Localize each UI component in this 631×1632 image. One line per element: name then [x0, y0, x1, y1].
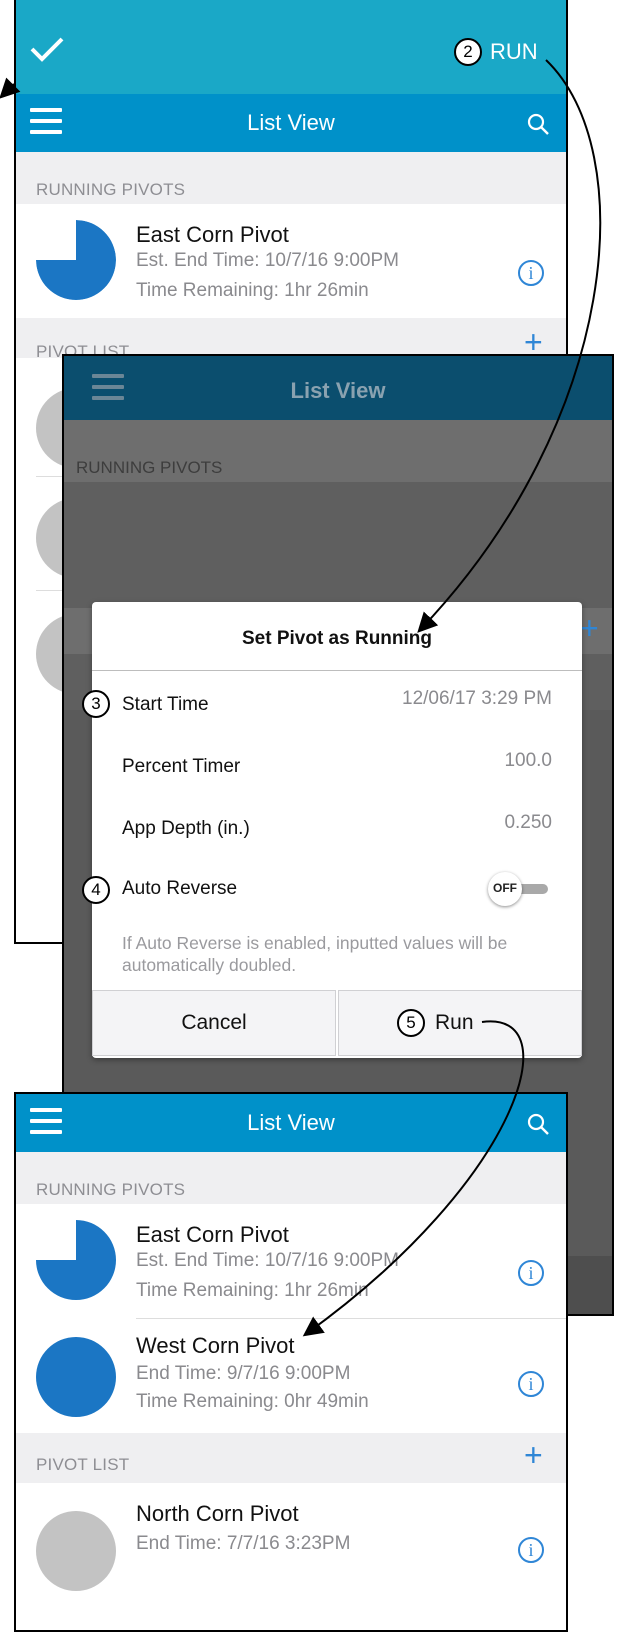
annotation-arrows — [0, 59, 602, 1337]
arrow-to-checkmark — [0, 77, 21, 99]
arrow-run-to-dialog — [417, 59, 602, 633]
arrow-run-to-new-row — [302, 1020, 525, 1337]
